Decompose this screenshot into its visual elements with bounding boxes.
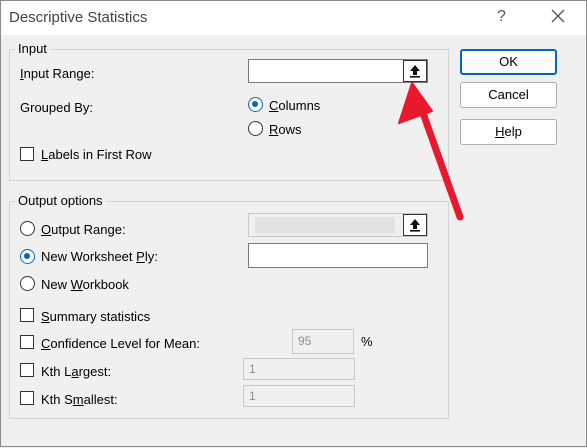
rows-label[interactable]: Rows: [269, 122, 302, 137]
close-icon[interactable]: [547, 5, 569, 27]
kth-largest-label[interactable]: Kth Largest:: [41, 364, 111, 379]
labels-first-row-checkbox[interactable]: [20, 147, 34, 161]
input-range-field[interactable]: [248, 59, 428, 83]
columns-label[interactable]: Columns: [269, 98, 320, 113]
labels-first-row-label[interactable]: Labels in First Row: [41, 147, 152, 162]
output-range-field[interactable]: [248, 213, 428, 237]
help-icon[interactable]: ?: [497, 8, 506, 26]
confidence-level-field[interactable]: 95: [292, 329, 354, 354]
new-worksheet-ply-field[interactable]: [248, 243, 428, 268]
input-range-label: Input Range:: [20, 66, 95, 81]
ok-button[interactable]: OK: [460, 49, 557, 75]
title-bar: Descriptive Statistics ?: [1, 1, 586, 35]
confidence-level-checkbox[interactable]: [20, 335, 34, 349]
new-worksheet-ply-label[interactable]: New Worksheet Ply:: [41, 249, 158, 264]
new-worksheet-ply-radio[interactable]: [20, 249, 35, 264]
grouped-by-label: Grouped By:: [20, 100, 93, 115]
kth-largest-field[interactable]: 1: [243, 358, 355, 380]
new-workbook-label[interactable]: New Workbook: [41, 277, 129, 292]
output-options-legend: Output options: [15, 193, 106, 208]
input-range-collapse-button[interactable]: [403, 60, 427, 82]
descriptive-statistics-dialog: Descriptive Statistics ? Input Input Ran…: [0, 0, 587, 447]
help-button[interactable]: Help: [460, 119, 557, 145]
output-range-radio[interactable]: [20, 221, 35, 236]
rows-radio[interactable]: [248, 121, 263, 136]
kth-smallest-label[interactable]: Kth Smallest:: [41, 392, 118, 407]
output-range-collapse-button[interactable]: [403, 214, 427, 236]
window-title: Descriptive Statistics: [9, 9, 148, 26]
summary-statistics-checkbox[interactable]: [20, 308, 34, 322]
confidence-level-label[interactable]: Confidence Level for Mean:: [41, 336, 200, 351]
input-legend: Input: [15, 41, 50, 56]
collapse-dialog-icon: [410, 219, 420, 232]
new-workbook-radio[interactable]: [20, 276, 35, 291]
collapse-dialog-icon: [410, 65, 420, 78]
summary-statistics-label[interactable]: Summary statistics: [41, 309, 150, 324]
cancel-button[interactable]: Cancel: [460, 82, 557, 108]
columns-radio[interactable]: [248, 97, 263, 112]
kth-smallest-field[interactable]: 1: [243, 385, 355, 407]
kth-largest-checkbox[interactable]: [20, 363, 34, 377]
kth-smallest-checkbox[interactable]: [20, 391, 34, 405]
output-range-label[interactable]: Output Range:: [41, 222, 126, 237]
percent-label: %: [361, 334, 373, 349]
